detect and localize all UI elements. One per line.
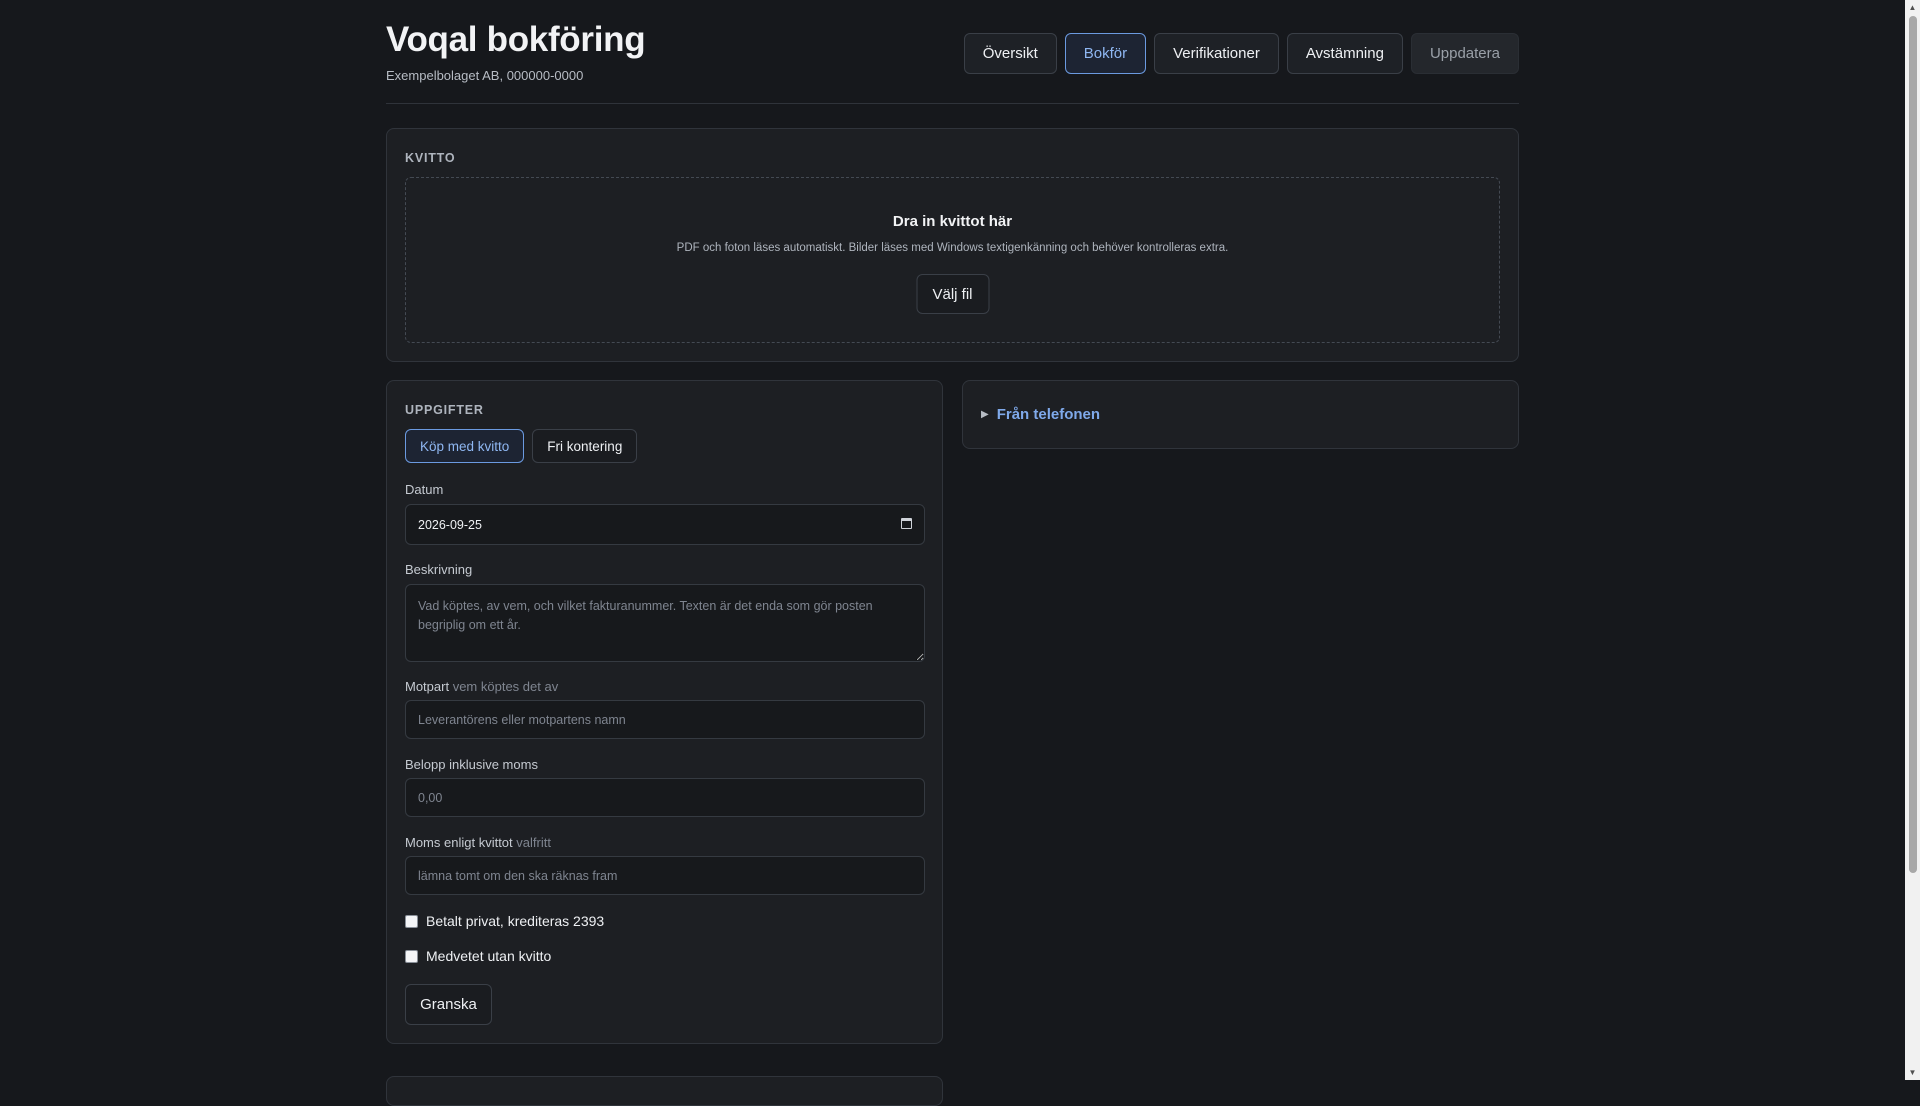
counterparty-hint: vem köptes det av xyxy=(452,679,559,694)
mode-tabs: Köp med kvitto Fri kontering xyxy=(405,429,638,463)
nav-avstamning-button[interactable]: Avstämning xyxy=(1286,33,1403,74)
no-receipt-option[interactable]: Medvetet utan kvitto xyxy=(405,948,551,964)
nav-verifikationer-button[interactable]: Verifikationer xyxy=(1154,33,1279,74)
date-label: Datum xyxy=(405,482,444,497)
counterparty-input[interactable] xyxy=(405,700,925,739)
scroll-up-arrow-icon[interactable]: ▲ xyxy=(1905,0,1920,15)
disclosure-triangle-icon: ▶ xyxy=(981,409,989,420)
tab-fri-kontering[interactable]: Fri kontering xyxy=(532,429,638,463)
date-field[interactable]: 2026-09-25 xyxy=(405,504,925,545)
main-nav: Översikt Bokför Verifikationer Avstämnin… xyxy=(963,33,1519,74)
date-value: 2026-09-25 xyxy=(418,518,482,532)
paid-private-label: Betalt privat, krediteras 2393 xyxy=(426,913,605,929)
refresh-button[interactable]: Uppdatera xyxy=(1410,33,1519,74)
dropzone-hint: PDF och foton läses automatiskt. Bilder … xyxy=(676,242,1229,254)
review-button[interactable]: Granska xyxy=(405,984,492,1025)
company-info: Exempelbolaget AB, 000000-0000 xyxy=(386,68,584,83)
tab-kop-med-kvitto[interactable]: Köp med kvitto xyxy=(405,429,525,463)
page-scrollbar[interactable]: ▲ ▼ xyxy=(1905,0,1920,1080)
phone-summary-toggle[interactable]: ▶ Från telefonen xyxy=(981,406,1100,423)
no-receipt-checkbox[interactable] xyxy=(405,949,418,963)
header: Voqal bokföring Exempelbolaget AB, 00000… xyxy=(386,0,1519,104)
dropzone-title: Dra in kvittot här xyxy=(892,213,1013,230)
nav-bokfor-button[interactable]: Bokför xyxy=(1064,33,1147,74)
amount-input[interactable] xyxy=(405,778,925,817)
choose-file-button[interactable]: Välj fil xyxy=(916,274,989,314)
receipt-section-label: KVITTO xyxy=(405,151,456,165)
paid-private-option[interactable]: Betalt privat, krediteras 2393 xyxy=(405,913,604,929)
description-input[interactable] xyxy=(405,584,925,662)
vat-label-text: Moms enligt kvittot xyxy=(405,835,513,850)
description-label: Beskrivning xyxy=(405,562,473,577)
tasks-section-label: UPPGIFTER xyxy=(405,403,484,417)
next-panel-edge xyxy=(386,1076,943,1106)
vat-hint: valfritt xyxy=(516,835,551,850)
phone-summary-label: Från telefonen xyxy=(996,406,1101,423)
calendar-icon[interactable] xyxy=(901,518,912,529)
amount-label: Belopp inklusive moms xyxy=(405,757,538,772)
no-receipt-label: Medvetet utan kvitto xyxy=(426,948,552,964)
scroll-down-arrow-icon[interactable]: ▼ xyxy=(1905,1065,1920,1080)
vat-input[interactable] xyxy=(405,856,925,895)
phone-panel: ▶ Från telefonen xyxy=(962,380,1519,449)
receipt-panel: KVITTO Dra in kvittot här PDF och foton … xyxy=(386,128,1519,362)
nav-oversikt-button[interactable]: Översikt xyxy=(963,33,1057,74)
paid-private-checkbox[interactable] xyxy=(405,914,418,928)
counterparty-label: Motpart vem köptes det av xyxy=(405,679,558,694)
counterparty-label-text: Motpart xyxy=(405,679,450,694)
scrollbar-thumb[interactable] xyxy=(1909,16,1917,873)
app-title: Voqal bokföring xyxy=(386,20,646,59)
vat-label: Moms enligt kvittot valfritt xyxy=(405,835,551,850)
receipt-dropzone[interactable]: Dra in kvittot här PDF och foton läses a… xyxy=(405,177,1500,343)
tasks-panel: UPPGIFTER Köp med kvitto Fri kontering D… xyxy=(386,380,943,1044)
page: Voqal bokföring Exempelbolaget AB, 00000… xyxy=(386,0,1519,1106)
